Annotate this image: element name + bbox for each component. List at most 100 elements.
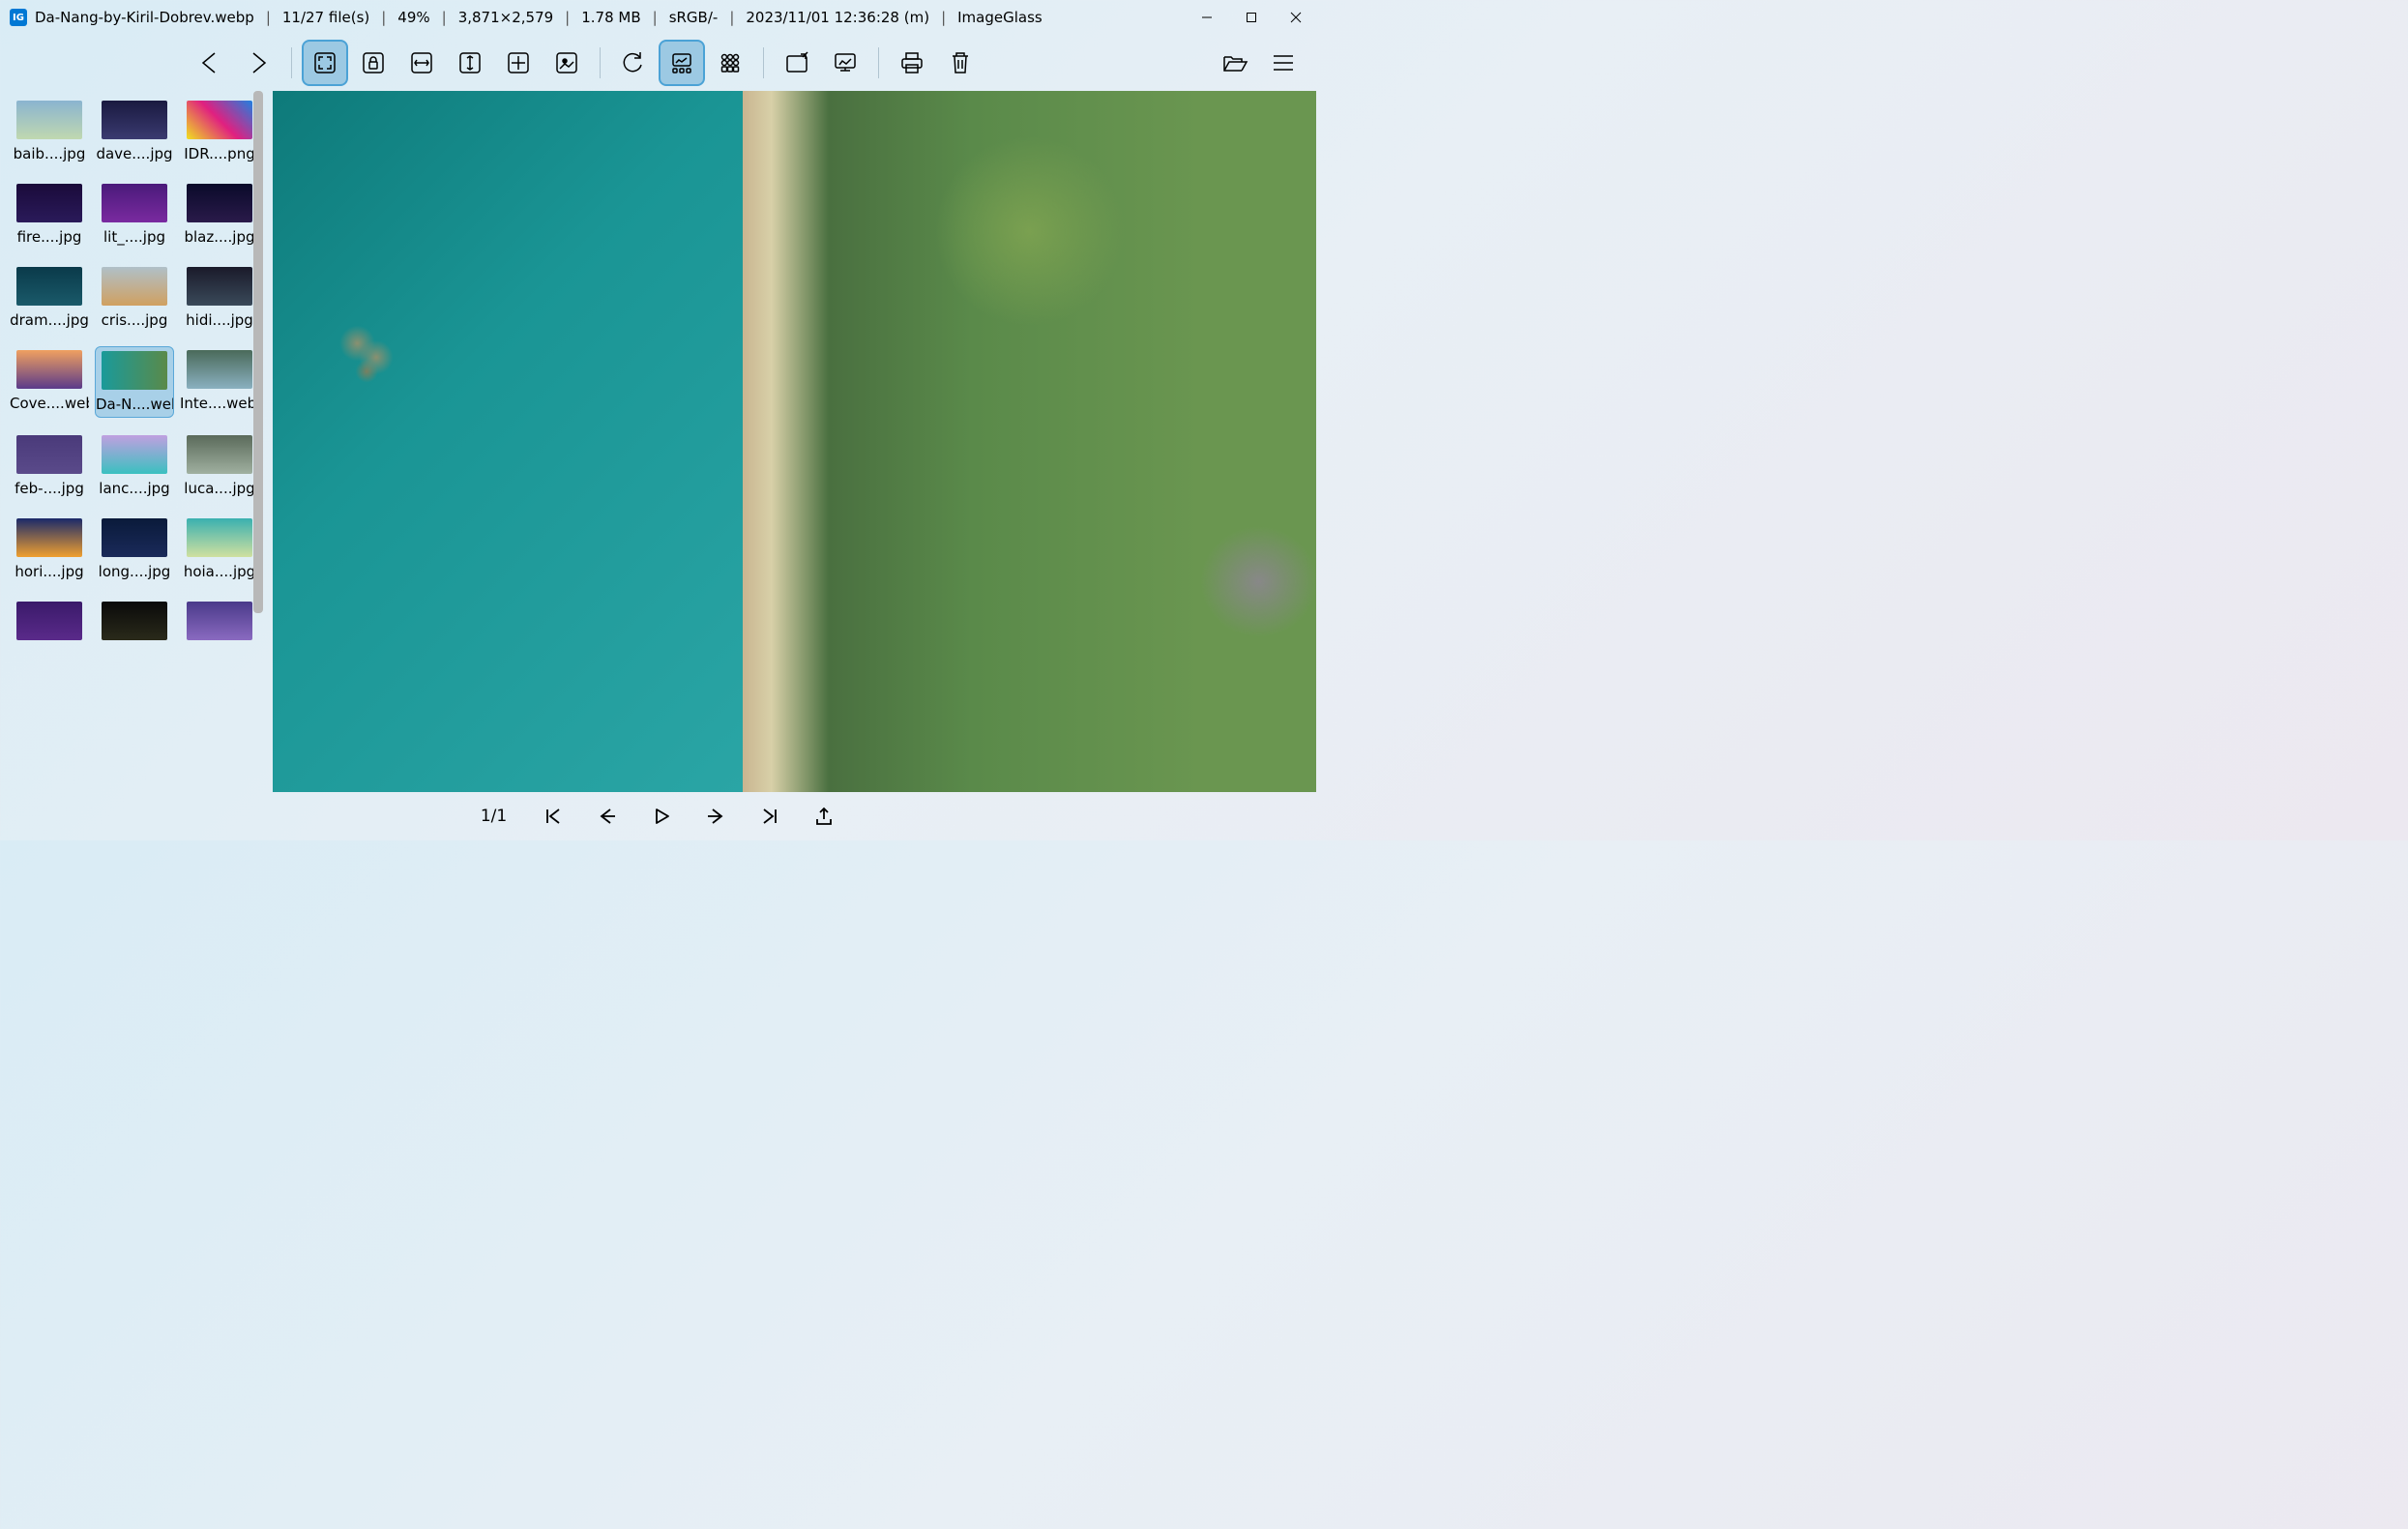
print-button[interactable] [889, 40, 935, 86]
title-zoom: 49% [397, 9, 429, 26]
thumbnail-label: lanc....jpg [95, 480, 174, 497]
thumbnail-label: dram....jpg [10, 311, 89, 329]
close-button[interactable] [1274, 2, 1318, 33]
gallery-panel: baib....jpg dave....jpg IDR....png fire....… [0, 91, 263, 792]
thumbnail-label: long....jpg [95, 563, 174, 580]
thumbnail-label: hidi....jpg [180, 311, 259, 329]
thumbnail-item[interactable]: hoia....jpg [180, 518, 259, 580]
next-frame-button[interactable] [698, 799, 733, 834]
thumbnail-item[interactable]: fire....jpg [10, 184, 89, 246]
thumbnail-image [102, 435, 167, 474]
refresh-button[interactable] [610, 40, 657, 86]
title-position: 11/27 file(s) [282, 9, 369, 26]
thumbnail-image [187, 350, 252, 389]
thumbnail-label: fire....jpg [10, 228, 89, 246]
thumbnail-image [102, 602, 167, 640]
thumbnail-item[interactable]: hidi....jpg [180, 267, 259, 329]
thumbnail-image [16, 602, 82, 640]
thumbnail-image [187, 101, 252, 139]
title-filename: Da-Nang-by-Kiril-Dobrev.webp [35, 9, 254, 26]
thumbnail-image [102, 351, 167, 390]
thumbnail-item[interactable]: dave....jpg [95, 101, 174, 162]
scale-to-width-button[interactable] [398, 40, 445, 86]
thumbnail-label: baib....jpg [10, 145, 89, 162]
thumbnail-image [16, 184, 82, 222]
app-icon: IG [10, 9, 27, 26]
thumbnail-item[interactable]: Da-N....webp [95, 346, 174, 418]
frameless-button[interactable] [822, 40, 868, 86]
image-viewer[interactable] [273, 91, 1316, 792]
delete-button[interactable] [937, 40, 984, 86]
thumbnail-item[interactable]: Cove....webp [10, 350, 89, 414]
thumbnail-label: hoia....jpg [180, 563, 259, 580]
title-datetime: 2023/11/01 12:36:28 (m) [746, 9, 929, 26]
content-area: baib....jpg dave....jpg IDR....png fire....… [0, 91, 1322, 792]
thumbnail-image [102, 518, 167, 557]
thumbnail-item[interactable]: feb-....jpg [10, 435, 89, 497]
thumbnail-label: Cove....webp [10, 395, 89, 412]
thumbnail-item[interactable]: luca....jpg [180, 435, 259, 497]
thumbnail-label: blaz....jpg [180, 228, 259, 246]
thumbnail-item[interactable]: hori....jpg [10, 518, 89, 580]
thumbnail-bar-button[interactable] [707, 40, 753, 86]
title-colorspace: sRGB/- [669, 9, 719, 26]
thumbnail-item[interactable]: Inte....webp [180, 350, 259, 414]
thumbnail-image [187, 518, 252, 557]
titlebar: IG Da-Nang-by-Kiril-Dobrev.webp | 11/27 … [0, 0, 1322, 35]
thumbnail-item[interactable] [95, 602, 174, 646]
thumbnail-item[interactable]: IDR....png [180, 101, 259, 162]
maximize-button[interactable] [1229, 2, 1274, 33]
window-fit-button[interactable] [774, 40, 820, 86]
gallery-scrollbar[interactable] [253, 91, 263, 613]
first-frame-button[interactable] [536, 799, 571, 834]
thumbnail-item[interactable]: baib....jpg [10, 101, 89, 162]
thumbnail-label: hori....jpg [10, 563, 89, 580]
thumbnail-image [16, 267, 82, 306]
scale-to-fill-button[interactable] [543, 40, 590, 86]
thumbnail-image [187, 184, 252, 222]
thumbnail-image [102, 267, 167, 306]
scale-to-height-button[interactable] [447, 40, 493, 86]
thumbnail-image [16, 350, 82, 389]
thumbnail-item[interactable]: dram....jpg [10, 267, 89, 329]
thumbnail-label: dave....jpg [95, 145, 174, 162]
thumbnail-image [102, 184, 167, 222]
export-frames-button[interactable] [807, 799, 841, 834]
thumbnail-label: feb-....jpg [10, 480, 89, 497]
title-appname: ImageGlass [957, 9, 1042, 26]
autozoom-button[interactable] [302, 40, 348, 86]
thumbnail-image [187, 435, 252, 474]
thumbnail-image [16, 518, 82, 557]
thumbnail-image [187, 267, 252, 306]
scale-to-fit-button[interactable] [495, 40, 542, 86]
thumbnail-item[interactable] [10, 602, 89, 646]
thumbnail-item[interactable]: cris....jpg [95, 267, 174, 329]
title-filesize: 1.78 MB [581, 9, 640, 26]
statusbar: 1/1 [0, 792, 1322, 840]
toolbar [0, 35, 1322, 91]
thumbnail-item[interactable] [180, 602, 259, 646]
minimize-button[interactable] [1185, 2, 1229, 33]
thumbnail-label: Da-N....webp [96, 396, 173, 413]
thumbnail-item[interactable]: blaz....jpg [180, 184, 259, 246]
thumbnail-item[interactable]: long....jpg [95, 518, 174, 580]
last-frame-button[interactable] [752, 799, 787, 834]
thumbnail-label: cris....jpg [95, 311, 174, 329]
prev-frame-button[interactable] [590, 799, 625, 834]
main-menu-button[interactable] [1260, 40, 1307, 86]
thumbnail-image [16, 435, 82, 474]
thumbnail-item[interactable]: lanc....jpg [95, 435, 174, 497]
title-dimensions: 3,871×2,579 [458, 9, 553, 26]
lockzoom-button[interactable] [350, 40, 396, 86]
thumbnail-image [16, 101, 82, 139]
thumbnail-item[interactable]: lit_....jpg [95, 184, 174, 246]
page-indicator: 1/1 [481, 807, 507, 826]
gallery-button[interactable] [659, 40, 705, 86]
nav-back-button[interactable] [187, 40, 233, 86]
thumbnail-label: IDR....png [180, 145, 259, 162]
thumbnail-image [102, 101, 167, 139]
nav-forward-button[interactable] [235, 40, 281, 86]
thumbnail-image [187, 602, 252, 640]
open-file-button[interactable] [1212, 40, 1258, 86]
play-button[interactable] [644, 799, 679, 834]
